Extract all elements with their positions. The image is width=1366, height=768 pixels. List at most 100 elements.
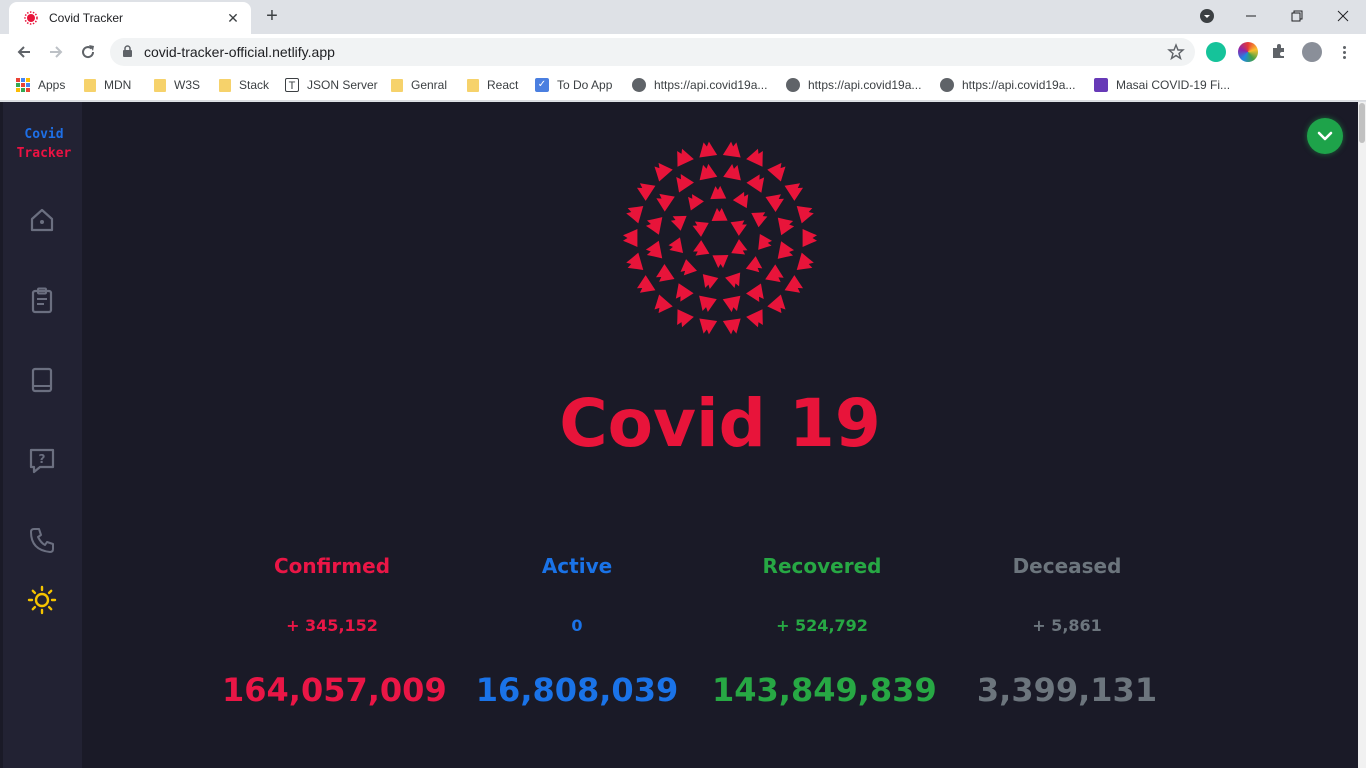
scroll-thumb[interactable] — [1359, 103, 1365, 143]
book-icon[interactable] — [27, 365, 57, 395]
stat-delta: + 524,792 — [776, 616, 868, 635]
bookmark-masai-form[interactable]: Masai COVID-19 Fi... — [1094, 76, 1230, 94]
virus-spike — [722, 141, 741, 158]
virus-spike — [751, 212, 768, 228]
virus-favicon-icon — [23, 10, 39, 26]
scroll-down-button[interactable] — [1307, 118, 1343, 154]
bookmark-genral[interactable]: Genral — [391, 76, 447, 94]
help-icon[interactable]: ? — [27, 445, 57, 475]
virus-spike — [731, 239, 748, 255]
sun-icon[interactable] — [27, 585, 57, 615]
virus-spike — [676, 174, 694, 193]
virus-spike — [758, 233, 773, 250]
brand-line-2: Tracker — [16, 146, 72, 161]
bookmark-todo[interactable]: ✓ To Do App — [535, 76, 612, 94]
chrome-menu-icon[interactable] — [1334, 42, 1354, 62]
new-tab-button[interactable]: + — [262, 6, 282, 27]
stat-label: Deceased — [1012, 554, 1122, 578]
bookmark-api-3[interactable]: https://api.covid19a... — [940, 76, 1075, 94]
virus-spike — [730, 220, 747, 236]
minimize-button[interactable] — [1240, 6, 1262, 26]
bookmark-apps[interactable]: Apps — [16, 76, 65, 94]
brand-logo[interactable]: Covid Tracker — [3, 125, 85, 163]
bookmark-mdn[interactable]: MDN — [84, 76, 131, 94]
virus-spike — [677, 309, 694, 328]
bookmark-label: JSON Server — [307, 78, 378, 92]
virus-spike — [777, 217, 795, 236]
globe-icon — [786, 78, 800, 92]
extensions-puzzle-icon[interactable] — [1270, 42, 1290, 62]
folder-icon — [154, 78, 166, 92]
bookmark-react[interactable]: React — [467, 76, 518, 94]
virus-spike — [636, 183, 656, 201]
bookmark-w3s[interactable]: W3S — [154, 76, 200, 94]
virus-spike — [699, 318, 718, 335]
reload-icon[interactable] — [76, 40, 100, 64]
virus-spike — [765, 264, 784, 283]
bookmark-label: MDN — [104, 78, 132, 92]
bookmark-api-2[interactable]: https://api.covid19a... — [786, 76, 921, 94]
virus-spike — [693, 240, 710, 256]
bookmark-api-1[interactable]: https://api.covid19a... — [632, 76, 767, 94]
virus-spike — [702, 274, 719, 290]
virus-spike — [722, 295, 741, 313]
bookmark-star-icon[interactable] — [1167, 43, 1185, 66]
folder-icon — [219, 78, 231, 92]
bookmark-label: https://api.covid19a... — [654, 78, 768, 92]
bookmark-label: W3S — [174, 78, 201, 92]
bookmark-label: Apps — [38, 78, 66, 92]
stat-delta: 0 — [571, 616, 583, 635]
bookmark-label: Genral — [411, 78, 448, 92]
page-scrollbar[interactable] — [1358, 102, 1366, 768]
tab-close-icon[interactable]: ✕ — [225, 10, 241, 26]
virus-spike — [670, 215, 687, 231]
grammarly-icon[interactable] — [1206, 42, 1226, 62]
color-picker-icon[interactable] — [1238, 42, 1258, 62]
chevron-down-icon — [1317, 131, 1333, 141]
sidebar: Covid Tracker ? — [3, 102, 82, 768]
page-title: Covid 19 — [559, 385, 881, 462]
phone-icon[interactable] — [27, 525, 57, 555]
clipboard-icon[interactable] — [27, 285, 57, 315]
browser-tab[interactable]: Covid Tracker ✕ — [9, 2, 251, 34]
virus-spike — [712, 255, 729, 269]
brand-line-1: Covid — [24, 127, 64, 142]
virus-spike — [777, 241, 795, 259]
virus-spike — [699, 163, 718, 181]
virus-spike — [688, 194, 704, 211]
close-window-button[interactable] — [1332, 6, 1354, 26]
virus-spike — [746, 309, 763, 328]
virus-spike — [802, 229, 817, 247]
virus-spike — [732, 191, 749, 209]
restore-button[interactable] — [1286, 6, 1308, 26]
bookmark-label: To Do App — [557, 78, 613, 92]
apps-grid-icon — [16, 78, 30, 92]
stat-total: 16,808,039 — [475, 671, 679, 709]
virus-spike — [675, 283, 694, 302]
address-bar[interactable]: covid-tracker-official.netlify.app — [110, 38, 1195, 66]
url-text: covid-tracker-official.netlify.app — [144, 44, 335, 60]
virus-spike — [784, 183, 804, 201]
home-icon[interactable] — [27, 205, 57, 235]
virus-spike — [710, 185, 727, 200]
virus-spike — [767, 294, 786, 314]
virus-spike — [767, 162, 786, 182]
virus-spike — [746, 174, 765, 193]
virus-spike — [784, 275, 804, 293]
bookmark-label: Stack — [239, 78, 270, 92]
tab-title: Covid Tracker — [49, 11, 124, 25]
stat-label: Active — [541, 554, 613, 578]
virus-spike — [654, 294, 673, 314]
virus-spike — [654, 162, 673, 182]
virus-spike — [699, 141, 718, 158]
bookmark-stack[interactable]: Stack — [219, 76, 269, 94]
bookmark-json-server[interactable]: T JSON Server — [285, 76, 378, 94]
back-arrow-icon[interactable] — [12, 40, 36, 64]
avatar[interactable] — [1302, 42, 1322, 62]
profile-menu-icon[interactable] — [1196, 6, 1218, 26]
virus-spike — [692, 221, 709, 237]
virus-spike — [668, 237, 684, 254]
folder-icon — [391, 78, 403, 92]
forward-arrow-icon[interactable] — [44, 40, 68, 64]
virus-spike — [765, 194, 784, 212]
